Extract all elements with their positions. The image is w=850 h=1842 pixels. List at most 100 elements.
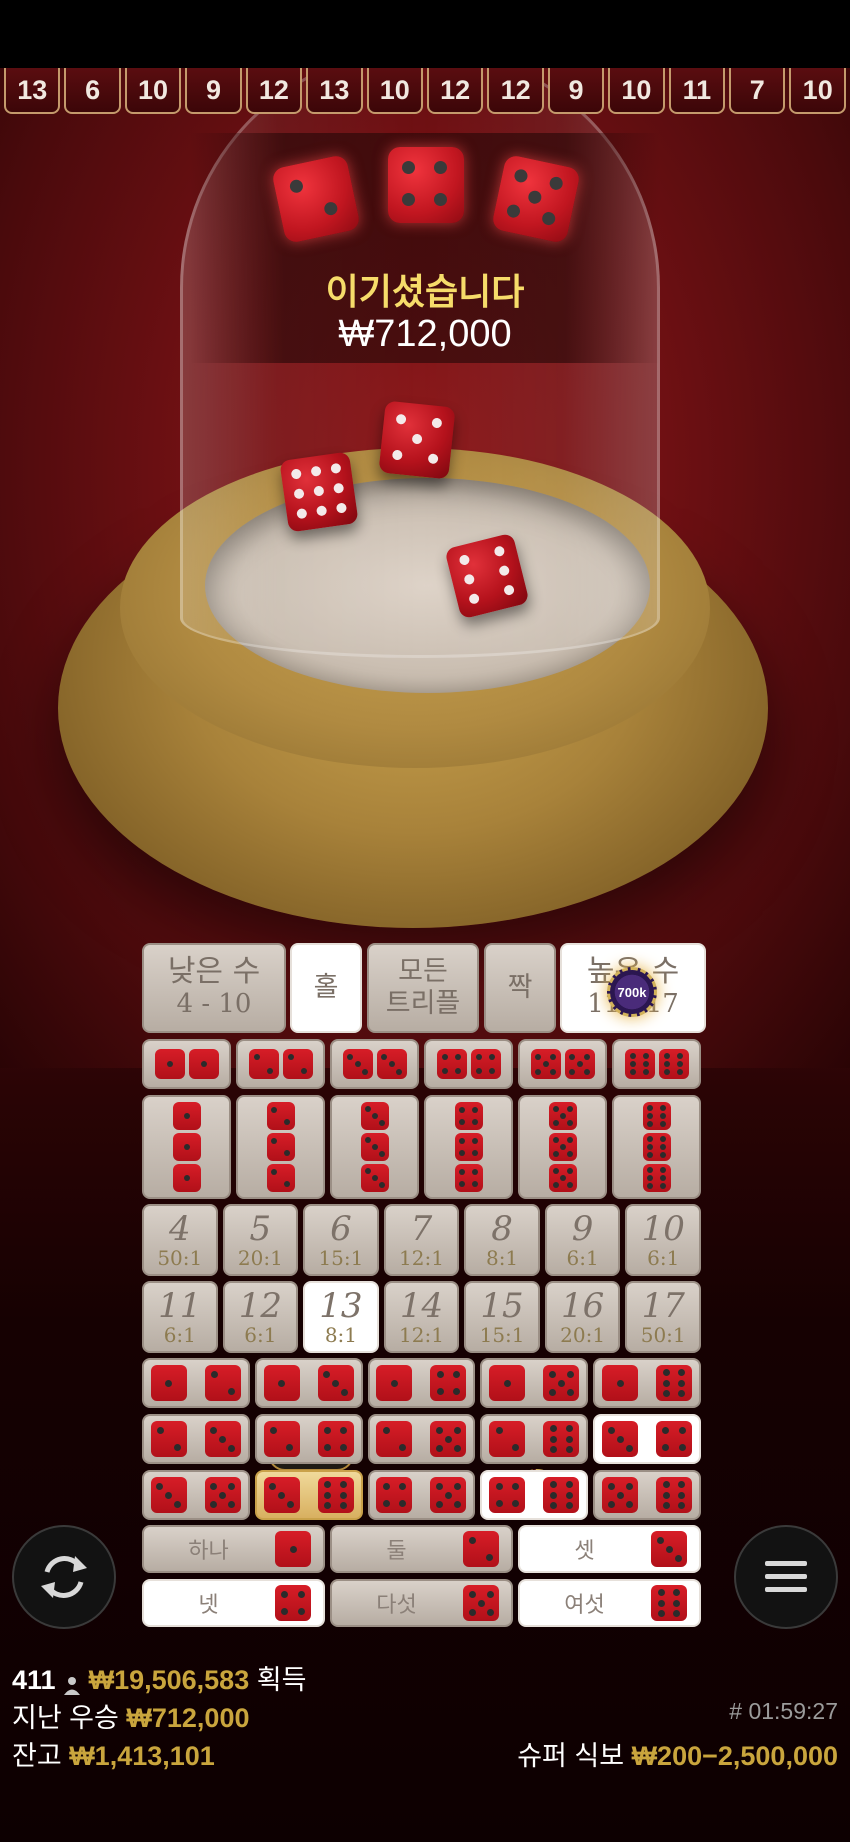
- bet-total-7[interactable]: 7 12:1: [383, 1204, 460, 1276]
- bet-double-6[interactable]: [612, 1039, 701, 1089]
- bet-low-range: 4 - 10: [176, 989, 252, 1019]
- repeat-button[interactable]: [12, 1525, 116, 1629]
- die-face-2-icon: [489, 1421, 526, 1457]
- last-win-amount: ₩712,000: [126, 1703, 250, 1733]
- bet-triple-6[interactable]: [612, 1095, 701, 1199]
- bet-total-13[interactable]: 13 8:1: [303, 1281, 379, 1353]
- bet-single-3[interactable]: 셋: [518, 1525, 701, 1573]
- repeat-icon: [41, 1556, 87, 1598]
- bet-combo-4-5[interactable]: [367, 1470, 476, 1520]
- die-face-4-icon: [317, 1421, 354, 1457]
- bet-triple-1[interactable]: [142, 1095, 231, 1199]
- bet-double-4[interactable]: [424, 1039, 513, 1089]
- bet-combo-1-3[interactable]: [254, 1358, 363, 1408]
- die-face-5-icon: [430, 1477, 467, 1513]
- bet-triple-4[interactable]: [424, 1095, 513, 1199]
- bet-low[interactable]: 낮은 수 4 - 10: [142, 943, 286, 1033]
- physical-die: [378, 400, 456, 480]
- bet-combo-3-5[interactable]: [142, 1470, 250, 1520]
- total-odds: 6:1: [244, 1323, 277, 1347]
- bet-total-17[interactable]: 17 50:1: [625, 1281, 701, 1353]
- die-face-5-icon: [548, 1164, 577, 1192]
- bet-single-2[interactable]: 둘: [330, 1525, 513, 1573]
- die-face-6-icon: [642, 1164, 671, 1192]
- bet-combo-4-6[interactable]: [480, 1470, 589, 1520]
- history-result: 9: [547, 68, 605, 114]
- history-result: 6: [64, 68, 121, 114]
- die-face-1-icon: [275, 1531, 311, 1567]
- die-face-6-icon: [656, 1477, 693, 1513]
- bet-total-12[interactable]: 12 6:1: [222, 1281, 299, 1353]
- bet-combo-1-5[interactable]: [480, 1358, 589, 1408]
- die-face-2-icon: [266, 1133, 295, 1161]
- bet-triple-5[interactable]: [518, 1095, 607, 1199]
- die-face-2-icon: [282, 1049, 313, 1079]
- total-odds: 20:1: [560, 1323, 606, 1347]
- menu-button[interactable]: [734, 1525, 838, 1629]
- history-result: 10: [366, 68, 423, 114]
- bet-total-6[interactable]: 6 15:1: [303, 1204, 379, 1276]
- bet-combo-2-6[interactable]: [480, 1414, 589, 1464]
- history-result: 7: [729, 68, 786, 114]
- bet-combo-1-4[interactable]: [367, 1358, 476, 1408]
- die-face-4-icon: [376, 1477, 413, 1513]
- total-number: 8: [491, 1209, 513, 1249]
- bet-single-1[interactable]: 하나: [142, 1525, 325, 1573]
- bet-combo-2-3[interactable]: [142, 1414, 250, 1464]
- bet-total-14[interactable]: 14 12:1: [383, 1281, 460, 1353]
- bet-total-15[interactable]: 15 15:1: [464, 1281, 540, 1353]
- die-face-4-icon: [454, 1133, 483, 1161]
- bet-combo-5-6[interactable]: [593, 1470, 701, 1520]
- history-result: 11: [668, 68, 726, 114]
- total-number: 5: [249, 1209, 272, 1249]
- bet-triple-3[interactable]: [330, 1095, 419, 1199]
- bet-odd[interactable]: 홀: [290, 943, 362, 1033]
- bet-chip-700k: 700k: [607, 967, 657, 1017]
- bet-even[interactable]: 짝: [484, 943, 556, 1033]
- total-odds: 8:1: [324, 1323, 358, 1347]
- bet-single-4[interactable]: 넷: [142, 1579, 325, 1627]
- die-face-6-icon: [543, 1477, 580, 1513]
- single-label: 셋: [574, 1538, 595, 1563]
- total-odds: 8:1: [485, 1246, 519, 1270]
- die-face-1-icon: [489, 1365, 526, 1401]
- bet-total-8[interactable]: 8 8:1: [464, 1204, 540, 1276]
- last-win-label: 지난 우승: [12, 1703, 119, 1733]
- bet-total-4[interactable]: 4 50:1: [142, 1204, 218, 1276]
- bet-single-6[interactable]: 여섯: [518, 1579, 701, 1627]
- die-face-3-icon: [204, 1421, 241, 1457]
- bet-total-11[interactable]: 11 6:1: [142, 1281, 218, 1353]
- total-number: 17: [641, 1286, 685, 1326]
- bet-total-9[interactable]: 9 6:1: [544, 1204, 621, 1276]
- bet-limits: ₩200−2,500,000: [631, 1741, 838, 1771]
- bet-total-10[interactable]: 10 6:1: [625, 1204, 701, 1276]
- bet-double-2[interactable]: [236, 1039, 325, 1089]
- last-win-row: 지난 우승 ₩712,000: [12, 1696, 249, 1735]
- die-face-3-icon: [376, 1049, 407, 1079]
- bet-combo-2-5[interactable]: [367, 1414, 476, 1464]
- bet-triple-2[interactable]: [236, 1095, 325, 1199]
- bet-low-label: 낮은 수: [167, 954, 261, 989]
- bet-combo-2-4[interactable]: [254, 1414, 363, 1464]
- die-face-3-icon: [602, 1421, 639, 1457]
- bet-single-5[interactable]: 다섯: [330, 1579, 513, 1627]
- single-label: 다섯: [376, 1592, 417, 1617]
- bet-combo-3-4[interactable]: [593, 1414, 701, 1464]
- die-face-3-icon: [342, 1049, 373, 1079]
- total-number: 16: [560, 1286, 605, 1326]
- bet-double-1[interactable]: [142, 1039, 231, 1089]
- bet-total-5[interactable]: 5 20:1: [222, 1204, 299, 1276]
- bet-combo-3-6[interactable]: [254, 1470, 363, 1520]
- bet-double-5[interactable]: [518, 1039, 607, 1089]
- bet-any-triple[interactable]: 모든 트리플: [367, 943, 479, 1033]
- bet-combo-1-2[interactable]: [142, 1358, 250, 1408]
- die-face-5-icon: [204, 1477, 241, 1513]
- total-odds: 12:1: [399, 1323, 444, 1347]
- total-odds: 12:1: [399, 1246, 444, 1270]
- result-die-3: [490, 153, 582, 245]
- die-face-2-icon: [204, 1365, 241, 1401]
- history-result: 13: [306, 68, 363, 114]
- bet-total-16[interactable]: 16 20:1: [544, 1281, 621, 1353]
- bet-combo-1-6[interactable]: [593, 1358, 701, 1408]
- bet-double-3[interactable]: [330, 1039, 419, 1089]
